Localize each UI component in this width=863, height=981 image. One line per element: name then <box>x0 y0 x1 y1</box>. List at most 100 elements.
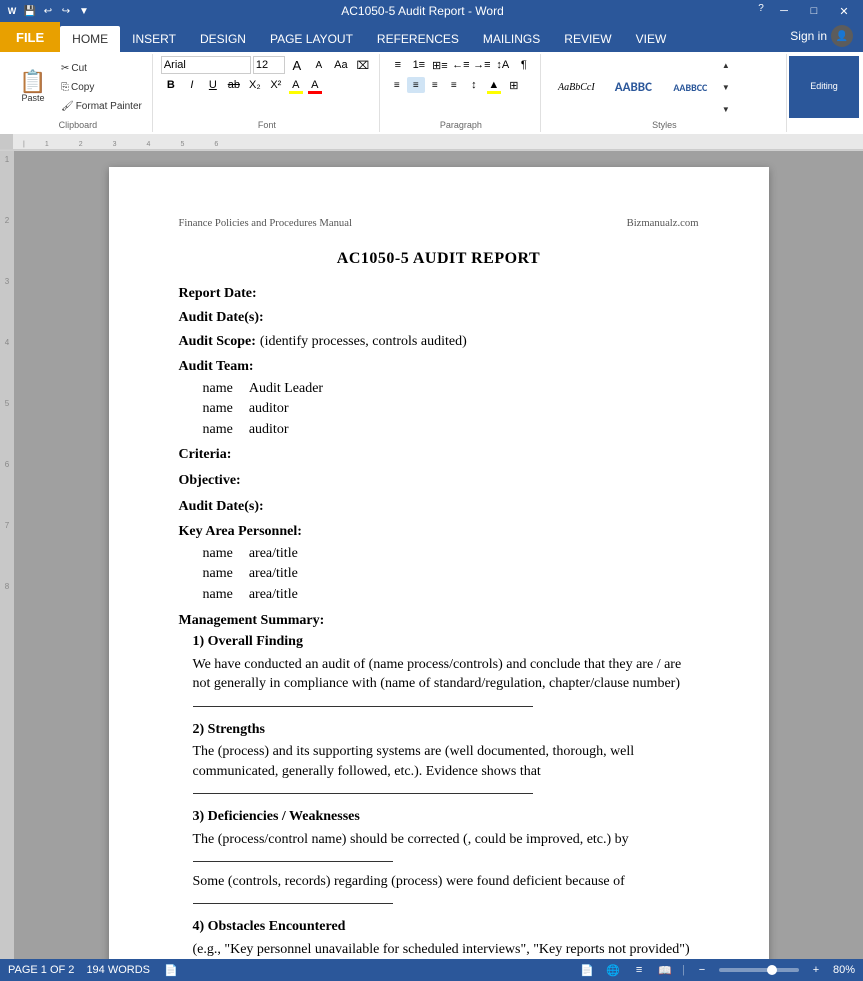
styles-row: AaBbCcI AABBC AABBCC ▲ ▼ ▼ <box>549 56 733 118</box>
borders-button[interactable]: ⊞ <box>504 76 524 94</box>
tab-home[interactable]: HOME <box>60 26 120 52</box>
sign-in-button[interactable]: Sign in 👤 <box>780 20 863 52</box>
styles-more[interactable]: ▼ <box>719 100 733 118</box>
redo-icon[interactable]: ↪ <box>58 3 74 19</box>
strikethrough-button[interactable]: ab <box>224 76 244 94</box>
strengths-text: The (process) and its supporting systems… <box>193 742 699 801</box>
decrease-indent-button[interactable]: ←≡ <box>451 56 471 74</box>
objective-label[interactable]: Objective: <box>179 471 699 491</box>
tab-insert[interactable]: INSERT <box>120 26 188 52</box>
cut-button[interactable]: ✂ Cut <box>57 59 146 77</box>
line-spacing-button[interactable]: ↕ <box>464 76 484 94</box>
audit-scope-value[interactable]: (identify processes, controls audited) <box>260 332 467 352</box>
style-heading2[interactable]: AABBCC <box>663 69 718 105</box>
font-name-input[interactable] <box>161 56 251 74</box>
key-area-label[interactable]: Key Area Personnel: <box>179 522 699 542</box>
doc-header-right: Bizmanualz.com <box>627 217 699 232</box>
report-date-label[interactable]: Report Date: <box>179 284 257 304</box>
restore-button[interactable]: □ <box>799 0 829 22</box>
layout-outline-icon[interactable]: ≡ <box>630 961 648 979</box>
status-divider: | <box>682 964 685 976</box>
help-icon[interactable]: ? <box>753 0 769 16</box>
paste-icon: 📋 <box>19 71 46 93</box>
overall-finding-section: 1) Overall Finding We have conducted an … <box>193 632 699 713</box>
zoom-in-icon[interactable]: + <box>807 961 825 979</box>
sort-button[interactable]: ↕A <box>493 56 513 74</box>
tab-review[interactable]: REVIEW <box>552 26 623 52</box>
layout-read-icon[interactable]: 📖 <box>656 961 674 979</box>
paste-button[interactable]: 📋 Paste <box>10 56 56 118</box>
underline-button[interactable]: U <box>203 76 223 94</box>
styles-scroll-up[interactable]: ▲ <box>719 56 733 74</box>
obstacles-section: 4) Obstacles Encountered (e.g., "Key per… <box>193 917 699 959</box>
text-highlight-button[interactable]: A <box>287 76 305 94</box>
font-size-input[interactable] <box>253 56 285 74</box>
layout-print-icon[interactable]: 📄 <box>578 961 596 979</box>
overall-finding-title[interactable]: 1) Overall Finding <box>193 632 699 652</box>
word-count-icon[interactable]: 📄 <box>162 961 180 979</box>
tab-mailings[interactable]: MAILINGS <box>471 26 552 52</box>
tab-page-layout[interactable]: PAGE LAYOUT <box>258 26 365 52</box>
deficiencies-title[interactable]: 3) Deficiencies / Weaknesses <box>193 807 699 827</box>
clear-formatting-button[interactable]: ⌧ <box>353 56 373 74</box>
tab-view[interactable]: VIEW <box>624 26 679 52</box>
zoom-out-icon[interactable]: − <box>693 961 711 979</box>
shading-button[interactable]: ▲ <box>485 76 503 94</box>
paragraph-group: ≡ 1≡ ⊞≡ ←≡ →≡ ↕A ¶ ≡ ≡ ≡ ≡ ↕ ▲ ⊞ Parag <box>382 54 541 132</box>
tab-design[interactable]: DESIGN <box>188 26 258 52</box>
tab-references[interactable]: REFERENCES <box>365 26 471 52</box>
superscript-button[interactable]: X² <box>266 76 286 94</box>
audit-team-label[interactable]: Audit Team: <box>179 357 699 377</box>
subscript-button[interactable]: X₂ <box>245 76 265 94</box>
tab-file[interactable]: FILE <box>0 22 60 52</box>
ribbon: FILE HOME INSERT DESIGN PAGE LAYOUT REFE… <box>0 22 863 151</box>
copy-button[interactable]: ⎘ Copy <box>57 78 146 96</box>
align-left-button[interactable]: ≡ <box>388 77 406 93</box>
strengths-title[interactable]: 2) Strengths <box>193 720 699 740</box>
zoom-thumb[interactable] <box>767 965 777 975</box>
audit-dates2-label[interactable]: Audit Date(s): <box>179 497 699 517</box>
doc-title[interactable]: AC1050-5 AUDIT REPORT <box>179 248 699 270</box>
font-color-button[interactable]: A <box>306 76 324 94</box>
align-center-button[interactable]: ≡ <box>407 77 425 93</box>
customize-icon[interactable]: ▼ <box>76 3 92 19</box>
zoom-slider[interactable] <box>719 968 799 972</box>
minimize-button[interactable]: ─ <box>769 0 799 22</box>
styles-scroll-down[interactable]: ▼ <box>719 78 733 96</box>
zoom-percent: 80% <box>833 964 855 976</box>
doc-page[interactable]: Finance Policies and Procedures Manual B… <box>109 167 769 959</box>
left-sidebar: 1 2 3 4 5 6 7 8 <box>0 151 14 959</box>
decrease-font-size-button[interactable]: A <box>309 56 329 74</box>
numbering-button[interactable]: 1≡ <box>409 56 429 74</box>
increase-font-size-button[interactable]: A <box>287 56 307 74</box>
bold-button[interactable]: B <box>161 76 181 94</box>
word-icon: W <box>4 3 20 19</box>
show-para-marks-button[interactable]: ¶ <box>514 56 534 74</box>
increase-indent-button[interactable]: →≡ <box>472 56 492 74</box>
status-right: 📄 🌐 ≡ 📖 | − + 80% <box>578 961 855 979</box>
layout-web-icon[interactable]: 🌐 <box>604 961 622 979</box>
align-right-button[interactable]: ≡ <box>426 77 444 93</box>
doc-area[interactable]: Finance Policies and Procedures Manual B… <box>14 151 863 959</box>
save-icon[interactable]: 💾 <box>22 3 38 19</box>
audit-dates-label[interactable]: Audit Date(s): <box>179 308 264 328</box>
team-member-2-role: auditor <box>249 399 289 419</box>
undo-icon[interactable]: ↩ <box>40 3 56 19</box>
bullets-button[interactable]: ≡ <box>388 56 408 74</box>
multilevel-list-button[interactable]: ⊞≡ <box>430 56 450 74</box>
style-heading1[interactable]: AABBC <box>606 69 661 105</box>
change-case-button[interactable]: Aa <box>331 56 351 74</box>
editing-label: Editing <box>810 81 838 91</box>
close-button[interactable]: ✕ <box>829 0 859 22</box>
management-summary-label[interactable]: Management Summary: <box>179 611 699 631</box>
italic-button[interactable]: I <box>182 76 202 94</box>
criteria-label[interactable]: Criteria: <box>179 445 699 465</box>
team-member-3-name: name <box>203 420 233 440</box>
audit-scope-label[interactable]: Audit Scope: <box>179 332 256 352</box>
format-painter-button[interactable]: 🖌 Format Painter <box>57 97 146 115</box>
obstacles-title[interactable]: 4) Obstacles Encountered <box>193 917 699 937</box>
justify-button[interactable]: ≡ <box>445 77 463 93</box>
deficiencies-line1: The (process/control name) should be cor… <box>193 830 699 869</box>
key-person-1-role: area/title <box>249 544 298 564</box>
style-emphasis[interactable]: AaBbCcI <box>549 69 604 105</box>
